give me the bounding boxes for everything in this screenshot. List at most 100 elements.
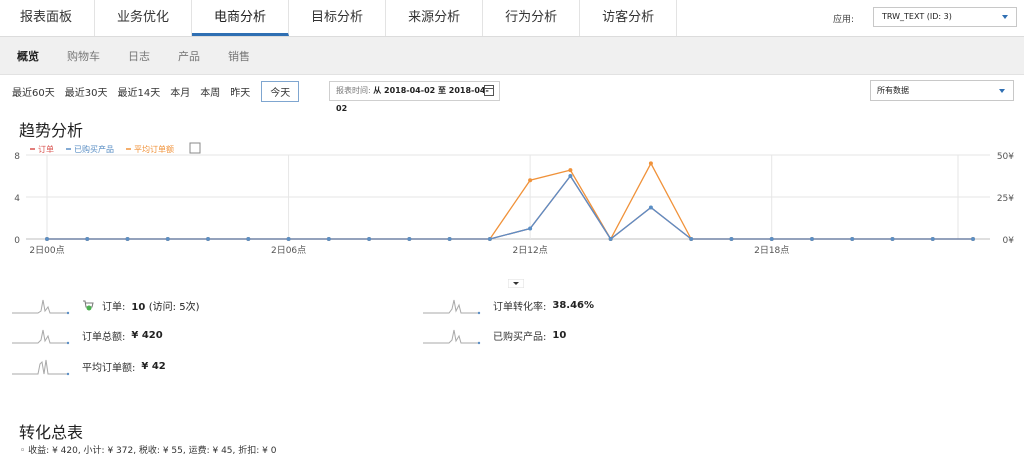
- date-button-1[interactable]: 最近30天: [65, 84, 108, 99]
- subnav-item-0[interactable]: 概览: [0, 48, 53, 64]
- series-line-1: [47, 174, 973, 240]
- subnav-item-3[interactable]: 产品: [164, 48, 214, 64]
- series-point-1: [971, 237, 975, 241]
- series-point-1: [407, 237, 412, 241]
- conversion-summary: ◦ 收益: ¥ 420, 小计: ¥ 372, 税收: ¥ 55, 运费: ¥ …: [20, 446, 277, 456]
- series-point-1: [568, 174, 573, 178]
- products-value: 10: [552, 329, 567, 341]
- series-point-1: [528, 226, 533, 231]
- main-tabs: 报表面板 业务优化 电商分析 目标分析 来源分析 行为分析 访客分析: [0, 0, 1024, 36]
- date-button-4[interactable]: 本周: [200, 84, 220, 99]
- y-right-tick-label: 0¥: [1003, 236, 1015, 246]
- series-point-1: [367, 237, 372, 241]
- series-point-1: [809, 237, 814, 241]
- products-label: 已购买产品:: [493, 331, 547, 343]
- tab-3[interactable]: 目标分析: [289, 0, 387, 36]
- series-point-1: [729, 237, 734, 241]
- conversion-title: 转化总表: [19, 423, 84, 442]
- date-button-5[interactable]: 昨天: [230, 84, 250, 99]
- report-time-label: 报表时间:: [336, 86, 371, 95]
- sparkline-products[interactable]: [421, 325, 481, 345]
- date-button-2[interactable]: 最近14天: [117, 84, 160, 99]
- tab-4[interactable]: 来源分析: [386, 0, 484, 36]
- series-point-1: [45, 237, 49, 241]
- series-point-1: [447, 237, 452, 241]
- sparkline-total[interactable]: [10, 325, 70, 345]
- average-value: ¥ 42: [141, 360, 166, 372]
- orders-count: 10: [131, 301, 146, 313]
- cart-icon: [83, 300, 94, 311]
- y-left-tick-label: 0: [14, 236, 20, 246]
- series-point-1: [326, 237, 331, 241]
- series-point-2: [568, 168, 573, 173]
- date-range-buttons: 最近60天 最近30天 最近14天 本月 本周 昨天 今天: [12, 80, 309, 102]
- series-point-1: [286, 237, 291, 241]
- data-filter-value: 所有数据: [877, 86, 909, 95]
- conversion-value: 38.46%: [552, 299, 595, 311]
- x-tick-label: 2日00点: [29, 245, 64, 256]
- data-filter-select[interactable]: 所有数据: [870, 80, 1014, 101]
- chevron-down-icon: [999, 89, 1005, 93]
- sub-nav: 概览 购物车 日志 产品 销售: [0, 37, 1024, 75]
- calendar-icon[interactable]: [484, 85, 494, 96]
- legend-label: 平均订单额: [134, 144, 174, 154]
- top-tab-bar: 报表面板 业务优化 电商分析 目标分析 来源分析 行为分析 访客分析 应用: TRW_TEX…: [0, 0, 1024, 37]
- date-button-3[interactable]: 本月: [170, 84, 190, 99]
- tab-0[interactable]: 报表面板: [0, 0, 96, 36]
- app-select[interactable]: TRW_TEXT (ID: 3): [873, 7, 1017, 27]
- series-line-2: [47, 162, 973, 241]
- report-time-picker[interactable]: 报表时间: 从 2018-04-02 至 2018-04-02: [329, 81, 500, 113]
- chart-export-icon: [189, 142, 201, 154]
- series-point-1: [487, 237, 492, 241]
- orders-visits: (访问: 5次): [148, 301, 200, 313]
- series-point-1: [246, 237, 251, 241]
- tab-5[interactable]: 行为分析: [483, 0, 581, 36]
- orders-value: 10 (访问: 5次): [131, 298, 199, 313]
- legend-label: 订单: [38, 144, 54, 154]
- subnav-item-1[interactable]: 购物车: [53, 48, 114, 64]
- date-button-0[interactable]: 最近60天: [12, 84, 55, 99]
- series-point-1: [648, 205, 653, 210]
- tab-1[interactable]: 业务优化: [95, 0, 193, 36]
- sparkline-conversion[interactable]: [421, 295, 481, 315]
- metric-products: 已购买产品: 10: [421, 325, 566, 345]
- tab-6[interactable]: 访客分析: [580, 0, 678, 36]
- series-line-0: [47, 174, 973, 240]
- series-point-1: [85, 237, 90, 241]
- x-tick-label: 2日06点: [271, 245, 306, 256]
- series-point-1: [608, 237, 613, 241]
- app-label: 应用:: [833, 15, 855, 25]
- series-point-1: [165, 237, 170, 241]
- series-point-1: [890, 237, 895, 241]
- metric-total: 订单总额: ¥ 420: [10, 325, 163, 345]
- series-point-1: [689, 237, 694, 241]
- series-point-1: [125, 237, 130, 241]
- series-point-2: [528, 178, 533, 183]
- tab-2[interactable]: 电商分析: [192, 0, 290, 36]
- app-select-value: TRW_TEXT (ID: 3): [882, 12, 952, 21]
- chart-collapse-toggle[interactable]: [508, 279, 524, 288]
- metric-orders: 订单: 10 (访问: 5次): [10, 295, 200, 315]
- metric-average: 平均订单额: ¥ 42: [10, 356, 166, 376]
- series-point-1: [930, 237, 935, 241]
- chevron-down-icon: [1002, 15, 1008, 19]
- orders-label: 订单:: [102, 301, 126, 313]
- x-tick-label: 2日18点: [754, 245, 789, 256]
- series-point-2: [648, 161, 653, 166]
- y-right-tick-label: 50¥: [997, 152, 1014, 162]
- average-label: 平均订单额:: [82, 362, 136, 374]
- total-value: ¥ 420: [131, 329, 163, 341]
- series-point-1: [850, 237, 855, 241]
- y-left-tick-label: 4: [14, 194, 20, 204]
- sparkline-average[interactable]: [10, 356, 70, 376]
- total-label: 订单总额:: [82, 331, 126, 343]
- y-right-tick-label: 25¥: [997, 194, 1014, 204]
- today-button[interactable]: 今天: [261, 80, 300, 102]
- x-tick-label: 2日12点: [513, 245, 548, 256]
- subnav-item-2[interactable]: 日志: [114, 48, 164, 64]
- sparkline-orders[interactable]: [10, 295, 70, 315]
- subnav-item-4[interactable]: 销售: [214, 48, 264, 64]
- trend-chart: 8 4 0 50¥ 25¥ 0¥ 2日00点 2日06点 2日12点 2日18点 订单 已购买产品 平均…: [14, 142, 1015, 256]
- trend-title: 趋势分析: [19, 121, 84, 140]
- y-left-tick-label: 8: [14, 152, 20, 162]
